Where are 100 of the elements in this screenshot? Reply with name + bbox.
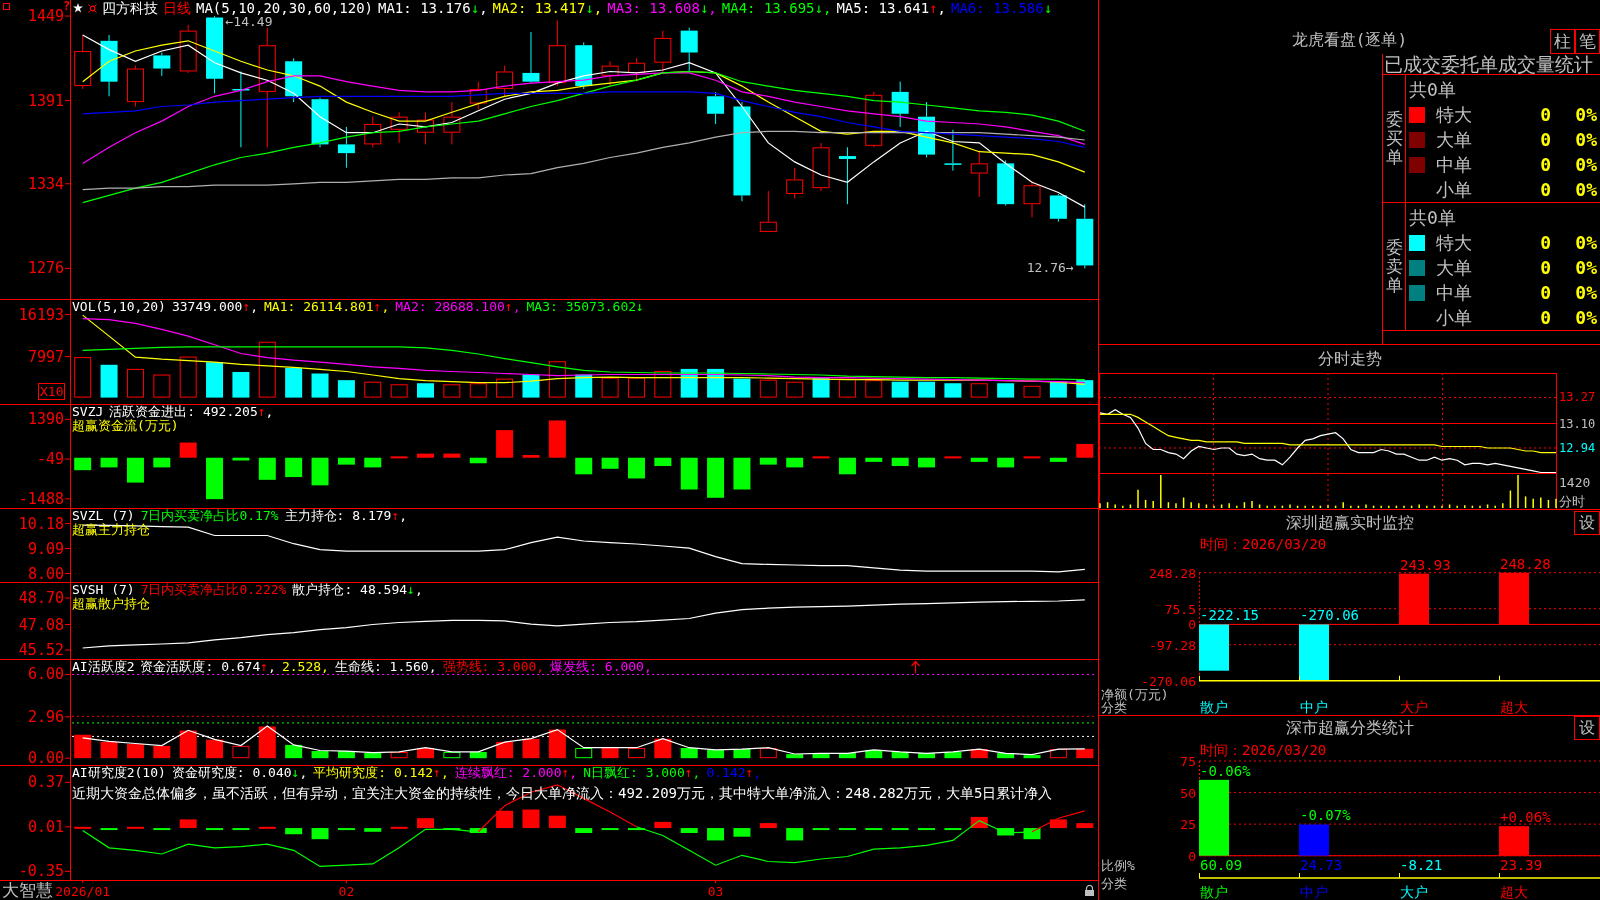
time-axis-label: 分时: [1559, 494, 1585, 509]
axis-label: 50: [1180, 785, 1196, 801]
view-toggle-button[interactable]: 柱: [1550, 29, 1575, 54]
axis-label: -97.28: [1149, 637, 1196, 653]
circle-marker-icon: [88, 3, 97, 13]
axis-label: 12.94: [1559, 441, 1596, 455]
axis-label: 13.10: [1559, 416, 1596, 431]
indicator-reading: MA1: 26114.801↑,: [264, 300, 390, 314]
indicator-reading: 平均研究度: 0.142↑,: [313, 766, 449, 780]
value-label: 24.73: [1300, 857, 1343, 873]
axis-label: 1334: [27, 174, 64, 193]
value-label: -222.15: [1200, 607, 1259, 624]
candle: [548, 19, 566, 87]
axis-label: 10.18: [18, 514, 64, 533]
candle: [759, 190, 777, 233]
brand-label: 大智慧: [2, 880, 53, 900]
indicator-reading: 日线: [163, 0, 191, 16]
order-count: 0: [1539, 103, 1551, 126]
order-share: 0%: [1574, 281, 1597, 304]
candle: [838, 146, 856, 205]
category-label: 散户: [1200, 884, 1228, 900]
candle: [997, 159, 1015, 207]
indicator-reading: 四方科技: [102, 0, 158, 16]
price-low-label: 12.76→: [1026, 260, 1074, 276]
indicator-reading: 0.142↑,: [706, 766, 762, 780]
axis-label: 0: [1188, 848, 1196, 864]
view-toggle-button[interactable]: 笔: [1575, 29, 1600, 54]
indicator-reading: AI活跃度2: [72, 660, 135, 674]
candle: [812, 142, 830, 192]
candle: [364, 116, 382, 148]
candle: [918, 101, 936, 158]
order-size-label: 大单: [1436, 128, 1473, 151]
candle: [601, 60, 619, 87]
indicator-reading: 资金活跃度: 0.674↑,: [140, 660, 276, 674]
indicator-reading: SVZL (7): [72, 509, 135, 523]
axis-label: 7997: [27, 347, 64, 366]
indicator-reading: 散户持仓: 48.594↓,: [292, 583, 423, 597]
axis-title: 比例%: [1101, 858, 1135, 873]
category-label: 中户: [1300, 699, 1328, 715]
indicator-reading: 7日内买卖净占比0.222%: [140, 583, 287, 597]
indicator-reading: MA(5,10,20,30,60,120): [196, 0, 373, 16]
indicator-reading: 生命线: 1.560,: [334, 660, 437, 674]
axis-label: 248.28: [1149, 565, 1196, 581]
axis-label: 1449: [27, 7, 64, 26]
order-count: 0: [1539, 178, 1551, 201]
indicator-reading: 超赢资金流(万元): [72, 419, 179, 433]
indicator-reading: N日飘红: 3.000↑,: [583, 766, 701, 780]
chart-subtitle: 时间：2026/03/20: [1200, 536, 1327, 552]
candle: [100, 34, 118, 97]
category-label: 超大: [1500, 699, 1528, 715]
axis-label: 16193: [18, 305, 64, 324]
candle: [970, 149, 988, 198]
square-icon: [3, 3, 10, 10]
price-high-label: ←14.49: [225, 14, 273, 30]
axis-label: 75: [1180, 754, 1196, 769]
axis-title: 净额(万元): [1101, 687, 1169, 702]
axis-label: 45.52: [18, 641, 64, 659]
indicator-reading: SVZJ: [72, 405, 104, 419]
settings-button[interactable]: 设: [1574, 716, 1600, 740]
value-label: 60.09: [1200, 857, 1243, 873]
axis-label: 0: [1188, 617, 1196, 633]
axis-label: -270.06: [1141, 673, 1196, 689]
axis-label: 0.01: [27, 817, 64, 836]
value-label: -8.21: [1400, 857, 1443, 873]
axis-label: 0.37: [27, 773, 64, 792]
candle: [496, 65, 514, 97]
lock-icon: [1085, 885, 1094, 896]
category-label: 大户: [1400, 699, 1428, 715]
indicator-reading: MA6: 13.586↓: [951, 0, 1053, 16]
candle: [786, 167, 804, 199]
candle: [390, 111, 408, 144]
order-share: 0%: [1574, 103, 1597, 126]
indicator-reading: MA2: 28688.100↑,: [395, 300, 521, 314]
order-size-label: 特大: [1436, 231, 1473, 254]
indicator-reading: 7日内买卖净占比0.17%: [140, 509, 279, 523]
indicator-reading: SVSH (7): [72, 583, 135, 597]
category-label: 超大: [1500, 884, 1528, 900]
order-total: 共0单: [1409, 78, 1456, 101]
axis-label: 13.27: [1559, 390, 1596, 405]
settings-button[interactable]: 设: [1574, 511, 1600, 535]
order-size-label: 小单: [1436, 178, 1473, 201]
axis-label: 47.08: [18, 615, 64, 634]
axis-label: 25: [1180, 817, 1196, 833]
order-count: 0: [1539, 306, 1551, 329]
candle: [417, 111, 434, 145]
indicator-reading: 资金研究度: 0.040↓,: [171, 766, 308, 780]
order-size-label: 中单: [1436, 281, 1473, 304]
indicator-reading: AI研究度2(10): [72, 766, 166, 780]
candle: [627, 57, 645, 83]
candle: [522, 31, 540, 84]
axis-label: 1276: [27, 259, 64, 278]
order-share: 0%: [1574, 128, 1597, 151]
indicator-reading: 活跃资金进出: 492.205↑,: [109, 405, 274, 419]
order-count: 0: [1539, 153, 1551, 176]
alert-mark: ?: [63, 0, 71, 13]
indicator-reading: MA5: 13.641↑,: [836, 0, 946, 16]
value-label: -270.06: [1300, 607, 1359, 624]
panel-title: 分时走势: [1316, 348, 1383, 370]
candle: [126, 65, 144, 107]
indicator-reading: MA1: 13.176↓,: [378, 0, 488, 16]
